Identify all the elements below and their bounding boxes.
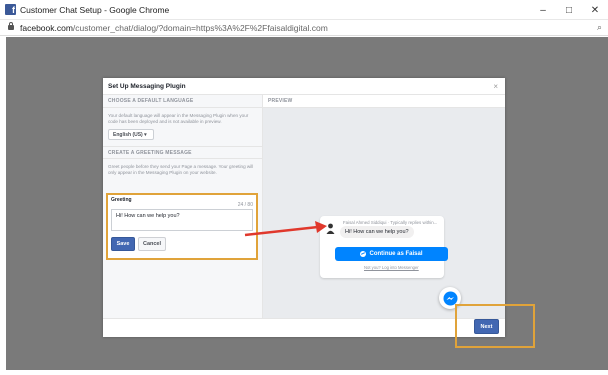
continue-as-button[interactable]: Continue as Faisal bbox=[335, 247, 448, 261]
facebook-icon: f bbox=[5, 4, 16, 15]
greeting-input[interactable]: Hi! How can we help you? bbox=[111, 209, 253, 231]
maximize-button[interactable]: □ bbox=[556, 0, 582, 20]
close-window-button[interactable]: ✕ bbox=[582, 0, 608, 20]
save-button[interactable]: Save bbox=[111, 237, 135, 251]
dialog-footer bbox=[103, 318, 505, 337]
window-controls: – □ ✕ bbox=[530, 0, 608, 20]
url-path: /customer_chat/dialog/?domain=https%3A%2… bbox=[72, 22, 328, 33]
window-title: Customer Chat Setup - Google Chrome bbox=[20, 4, 170, 15]
continue-label: Continue as Faisal bbox=[369, 251, 423, 257]
not-you-link[interactable]: Not you? Log into Messenger bbox=[364, 265, 419, 270]
greeting-description: Greet people before they send your Page … bbox=[108, 164, 254, 175]
next-button[interactable]: Next bbox=[474, 319, 499, 334]
greeting-section-heading: CREATE A GREETING MESSAGE bbox=[103, 146, 262, 159]
language-description: Your default language will appear in the… bbox=[108, 113, 249, 124]
sender-avatar-icon bbox=[326, 223, 335, 234]
greeting-editor-highlight: Greeting 24 / 80 Hi! How can we help you… bbox=[106, 193, 258, 260]
dialog-title: Set Up Messaging Plugin bbox=[108, 82, 186, 90]
language-select[interactable]: English (US) ▾ bbox=[108, 129, 154, 140]
dialog-header: Set Up Messaging Plugin × bbox=[103, 78, 505, 95]
address-bar[interactable]: facebook.com/customer_chat/dialog/?domai… bbox=[0, 20, 608, 36]
greeting-label: Greeting bbox=[111, 197, 132, 203]
preview-sender: Faisal Ahmed Siddiqui · Typically replie… bbox=[343, 220, 438, 225]
preview-heading: PREVIEW bbox=[263, 95, 505, 108]
chat-preview-card: Faisal Ahmed Siddiqui · Typically replie… bbox=[320, 216, 448, 278]
preview-greeting-bubble: Hi! How can we help you? bbox=[340, 226, 414, 238]
preview-panel: PREVIEW bbox=[263, 95, 505, 318]
language-section-heading: CHOOSE A DEFAULT LANGUAGE bbox=[103, 95, 262, 108]
greeting-char-count: 24 / 80 bbox=[237, 202, 253, 208]
close-icon[interactable]: × bbox=[493, 82, 498, 91]
url-text[interactable]: facebook.com/customer_chat/dialog/?domai… bbox=[20, 23, 328, 33]
browser-titlebar: f Customer Chat Setup - Google Chrome – … bbox=[0, 0, 608, 20]
cancel-button[interactable]: Cancel bbox=[138, 237, 166, 251]
minimize-button[interactable]: – bbox=[530, 0, 556, 20]
lock-icon bbox=[8, 22, 14, 30]
zoom-icon[interactable]: ⌕ bbox=[597, 22, 602, 33]
messenger-icon bbox=[360, 251, 367, 257]
url-host: facebook.com bbox=[20, 22, 73, 33]
